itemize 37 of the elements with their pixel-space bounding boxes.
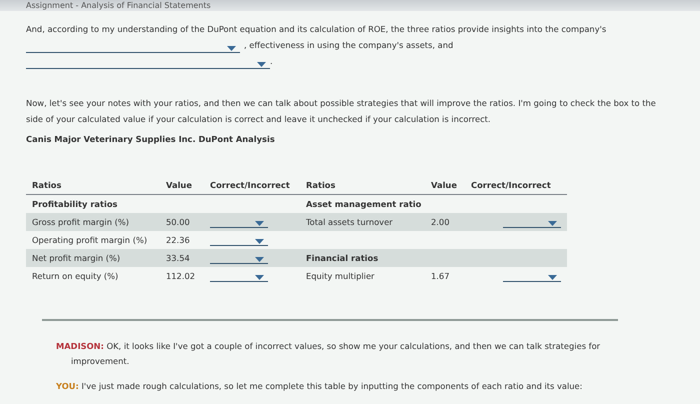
sentence-text: . — [270, 56, 273, 66]
section-heading: Asset management ratio — [306, 198, 422, 211]
column-header: Correct/Incorrect — [209, 179, 291, 192]
sentence-text: And, according to my understanding of the DuPont equation and its calculation of ROE, the three ratios provide insights into the company's — [26, 23, 608, 36]
ratio-label: Operating profit margin (%) — [32, 234, 148, 247]
ratio-label: Net profit margin (%) — [32, 252, 120, 265]
ratio-value: 112.02 — [166, 270, 196, 283]
ratio-value: 33.54 — [166, 252, 190, 265]
ratio-label: Total assets turnover — [306, 216, 393, 229]
column-header: Ratios — [305, 179, 336, 192]
caret-icon — [255, 239, 264, 244]
column-header: Value — [430, 179, 458, 192]
column-header: Ratios — [31, 179, 62, 192]
caret-icon — [548, 275, 557, 280]
paragraph: Now, let's see your notes with your ratios, and then we can talk about possible strategies that will improve the ratios. I'm going to check the box to the side of your calculated value if your calculation is correct and leave it unchecked if your calculation is incorrect. — [26, 97, 657, 126]
ratio-value: 50.00 — [166, 216, 190, 229]
column-header: Value — [165, 179, 193, 192]
ratio-value: 1.67 — [431, 270, 450, 283]
ratio-label: Return on equity (%) — [32, 270, 118, 283]
caret-icon — [255, 221, 264, 226]
caret-icon — [257, 62, 266, 67]
sentence-text: , effectiveness in using the company's assets, and — [244, 40, 454, 50]
caret-icon — [255, 275, 264, 280]
section-heading: Profitability ratios — [32, 198, 118, 211]
ratio-value: 2.00 — [431, 216, 450, 229]
column-header: Correct/Incorrect — [470, 179, 552, 192]
caret-icon — [548, 221, 557, 226]
ratio-label: Gross profit margin (%) — [32, 216, 129, 229]
dialog-paragraph: YOU: I've just made rough calculations, so let me complete this table by inputting the components of each ratio and its value: — [56, 380, 584, 394]
section-heading: Financial ratios — [306, 252, 378, 265]
caret-icon — [255, 257, 264, 262]
dialog-paragraph: MADISON: OK, it looks like I've got a couple of incorrect values, so show me your calculations, and then we can talk strategies for improvement. — [56, 340, 602, 368]
table-title: Canis Major Veterinary Supplies Inc. DuPont Analysis — [26, 133, 276, 145]
caret-icon — [227, 46, 236, 51]
ratio-value: 22.36 — [166, 234, 190, 247]
ratio-label: Equity multiplier — [306, 270, 374, 283]
window-title: Assignment - Analysis of Financial Statements — [0, 0, 700, 11]
